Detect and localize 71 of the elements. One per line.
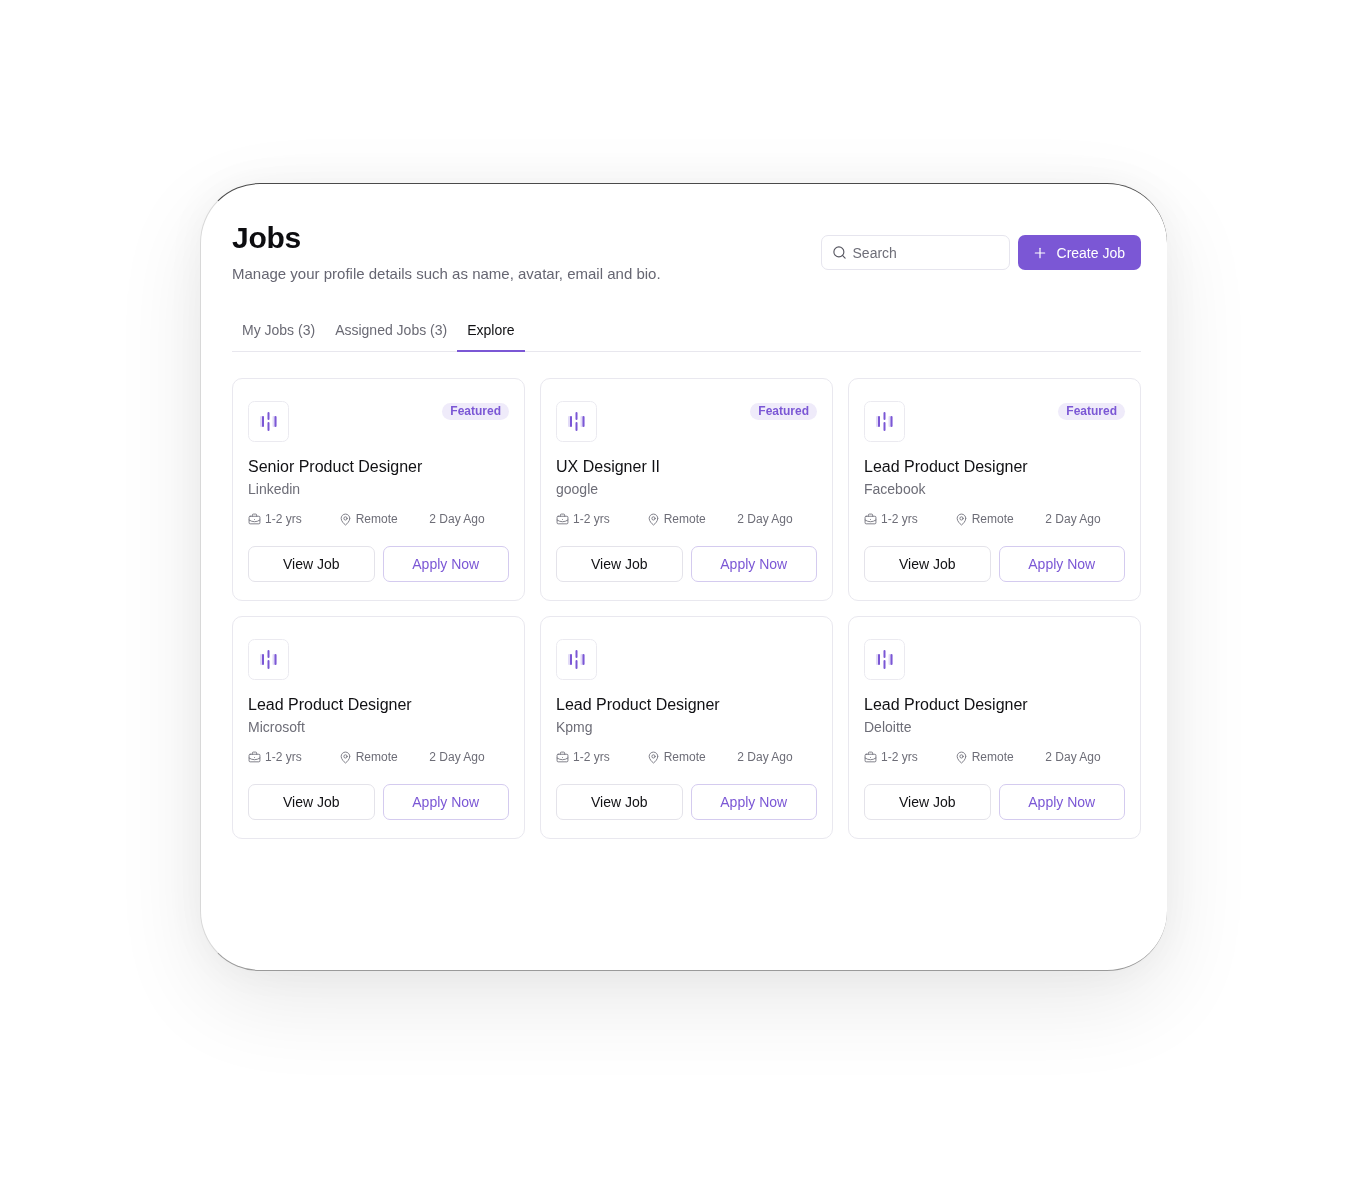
briefcase-icon xyxy=(864,512,877,526)
job-title: Lead Product Designer xyxy=(864,457,1028,477)
page-title: Jobs xyxy=(232,220,301,256)
apply-now-button[interactable]: Apply Now xyxy=(998,546,1125,582)
map-pin-icon xyxy=(646,512,660,526)
featured-badge: Featured xyxy=(750,403,817,420)
job-title: UX Designer II xyxy=(556,457,661,477)
experience-text: 1-2 yrs xyxy=(881,750,918,764)
posted-time: 2 Day Ago xyxy=(429,512,485,526)
view-job-button[interactable]: View Job xyxy=(556,784,683,820)
featured-badge: Featured xyxy=(442,403,509,420)
view-job-button[interactable]: View Job xyxy=(248,546,375,582)
apply-now-button[interactable]: Apply Now xyxy=(690,784,817,820)
logo-icon xyxy=(248,401,289,442)
apply-now-button[interactable]: Apply Now xyxy=(690,546,817,582)
job-title: Lead Product Designer xyxy=(556,695,720,715)
posted-time: 2 Day Ago xyxy=(429,750,485,764)
company-name: Kpmg xyxy=(556,718,593,736)
company-name: Microsoft xyxy=(248,718,305,736)
location-text: Remote xyxy=(971,512,1014,526)
experience-text: 1-2 yrs xyxy=(573,750,610,764)
job-title: Lead Product Designer xyxy=(864,695,1028,715)
briefcase-icon xyxy=(556,512,569,526)
logo-icon xyxy=(556,639,597,680)
location-text: Remote xyxy=(663,750,706,764)
experience-text: 1-2 yrs xyxy=(881,512,918,526)
view-job-button[interactable]: View Job xyxy=(864,784,991,820)
map-pin-icon xyxy=(954,750,968,764)
tab[interactable]: My Jobs (3) xyxy=(232,314,326,352)
tab[interactable]: Assigned Jobs (3) xyxy=(325,314,458,352)
posted-time: 2 Day Ago xyxy=(1045,750,1101,764)
posted-time: 2 Day Ago xyxy=(737,512,793,526)
view-job-button[interactable]: View Job xyxy=(864,546,991,582)
company-name: google xyxy=(556,480,599,498)
map-pin-icon xyxy=(646,750,660,764)
location-text: Remote xyxy=(355,750,398,764)
briefcase-icon xyxy=(248,750,261,764)
job-title: Senior Product Designer xyxy=(248,457,423,477)
briefcase-icon xyxy=(864,750,877,764)
map-pin-icon xyxy=(338,750,352,764)
logo-icon xyxy=(864,401,905,442)
briefcase-icon xyxy=(556,750,569,764)
briefcase-icon xyxy=(248,512,261,526)
featured-badge: Featured xyxy=(1058,403,1125,420)
search-field[interactable]: Search xyxy=(820,235,1010,270)
apply-now-button[interactable]: Apply Now xyxy=(382,546,509,582)
create-job-button[interactable]: Create Job xyxy=(1017,235,1141,270)
posted-time: 2 Day Ago xyxy=(737,750,793,764)
experience-text: 1-2 yrs xyxy=(265,512,302,526)
tab[interactable]: Explore xyxy=(457,314,525,352)
apply-now-button[interactable]: Apply Now xyxy=(382,784,509,820)
logo-icon xyxy=(556,401,597,442)
search-icon xyxy=(831,245,847,260)
experience-text: 1-2 yrs xyxy=(573,512,610,526)
logo-icon xyxy=(248,639,289,680)
job-title: Lead Product Designer xyxy=(248,695,412,715)
company-name: Facebook xyxy=(864,480,926,498)
posted-time: 2 Day Ago xyxy=(1045,512,1101,526)
company-name: Deloitte xyxy=(864,718,912,736)
company-name: Linkedin xyxy=(248,480,301,498)
location-text: Remote xyxy=(355,512,398,526)
logo-icon xyxy=(864,639,905,680)
location-text: Remote xyxy=(971,750,1014,764)
apply-now-button[interactable]: Apply Now xyxy=(998,784,1125,820)
map-pin-icon xyxy=(338,512,352,526)
experience-text: 1-2 yrs xyxy=(265,750,302,764)
view-job-button[interactable]: View Job xyxy=(556,546,683,582)
map-pin-icon xyxy=(954,512,968,526)
page-subtitle: Manage your profile details such as name, avatar, email and bio. xyxy=(232,264,661,284)
view-job-button[interactable]: View Job xyxy=(248,784,375,820)
location-text: Remote xyxy=(663,512,706,526)
